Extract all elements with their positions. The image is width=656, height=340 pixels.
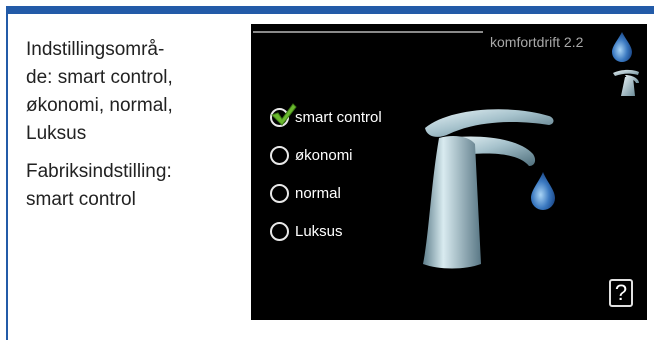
option-label: normal — [295, 184, 341, 202]
radio-button[interactable] — [270, 221, 289, 241]
checkmark-icon — [271, 102, 297, 126]
frame-left-border — [6, 6, 8, 340]
help-button[interactable]: ? — [609, 279, 633, 307]
hot-water-tap-icon — [613, 69, 639, 96]
factory-setting-text: Fabriksindstilling: smart control — [26, 161, 172, 210]
water-tap-illustration — [423, 109, 555, 269]
comfort-mode-options: smart control økonomi normal Luksus — [270, 98, 382, 250]
description-panel: Indstillingsområ- de: smart control, øko… — [26, 36, 236, 224]
radio-button[interactable] — [270, 102, 297, 127]
option-label: Luksus — [295, 222, 343, 240]
display-screen: komfortdrift 2.2 smart control økonomi n… — [251, 24, 647, 320]
water-drop-icon — [612, 32, 632, 62]
option-label: økonomi — [295, 146, 353, 164]
menu-title: komfortdrift 2.2 — [490, 34, 584, 50]
option-normal[interactable]: normal — [270, 174, 382, 212]
setting-range-text: Indstillingsområ- de: smart control, øko… — [26, 39, 173, 144]
option-okonomi[interactable]: økonomi — [270, 136, 382, 174]
frame-top-border — [6, 6, 654, 14]
title-separator — [253, 31, 483, 33]
radio-button[interactable] — [270, 183, 289, 203]
option-smart-control[interactable]: smart control — [270, 98, 382, 136]
option-label: smart control — [295, 108, 382, 126]
radio-button[interactable] — [270, 145, 289, 165]
option-luksus[interactable]: Luksus — [270, 212, 382, 250]
